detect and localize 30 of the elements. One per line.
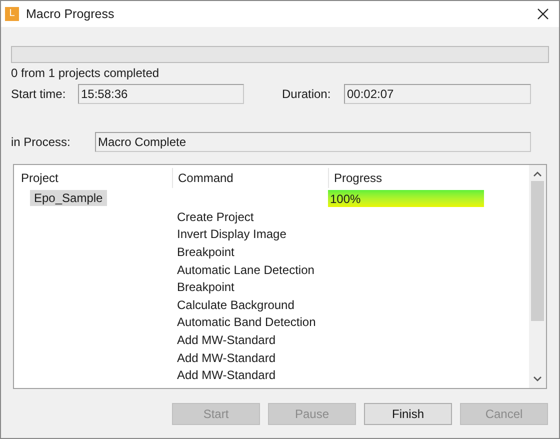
readonly-field: 00:02:07 [344,84,531,104]
scroll-down-icon[interactable] [533,376,542,382]
dialog-button[interactable]: Finish [364,403,452,425]
command-item: Calculate Background [176,296,294,314]
command-item: Automatic Band Detection [176,314,316,332]
command-item: Add MW-Standard [176,367,276,384]
summary-text: 0 from 1 projects completed [11,65,160,81]
app-logo-icon: L [5,7,19,21]
scrollbar[interactable] [529,165,546,388]
command-item: Invert Display Image [176,226,286,244]
readonly-field: Macro Complete [95,132,531,152]
command-item: Breakpoint [176,279,234,296]
command-item: Add MW-Standard [176,350,276,367]
command-item: Create Project [176,208,254,226]
column-header[interactable]: Command [172,168,328,188]
command-item: Add MW-Standard [176,332,276,349]
progress-text: 100% [329,192,361,206]
command-item: Automatic Lane Detection [176,262,314,279]
command-item: Breakpoint [176,244,234,261]
column-header[interactable]: Project [16,168,172,188]
scroll-thumb[interactable] [531,181,544,321]
field-label: Duration: [282,86,332,103]
project-name[interactable]: Epo_Sample [30,190,107,206]
field-label: Start time: [11,86,67,103]
column-header[interactable]: Progress [328,168,484,188]
close-icon[interactable] [537,8,549,20]
field-label: in Process: [11,134,72,151]
readonly-field: 15:58:36 [78,84,244,104]
scroll-up-icon[interactable] [533,171,542,177]
window-title: Macro Progress [26,6,114,23]
